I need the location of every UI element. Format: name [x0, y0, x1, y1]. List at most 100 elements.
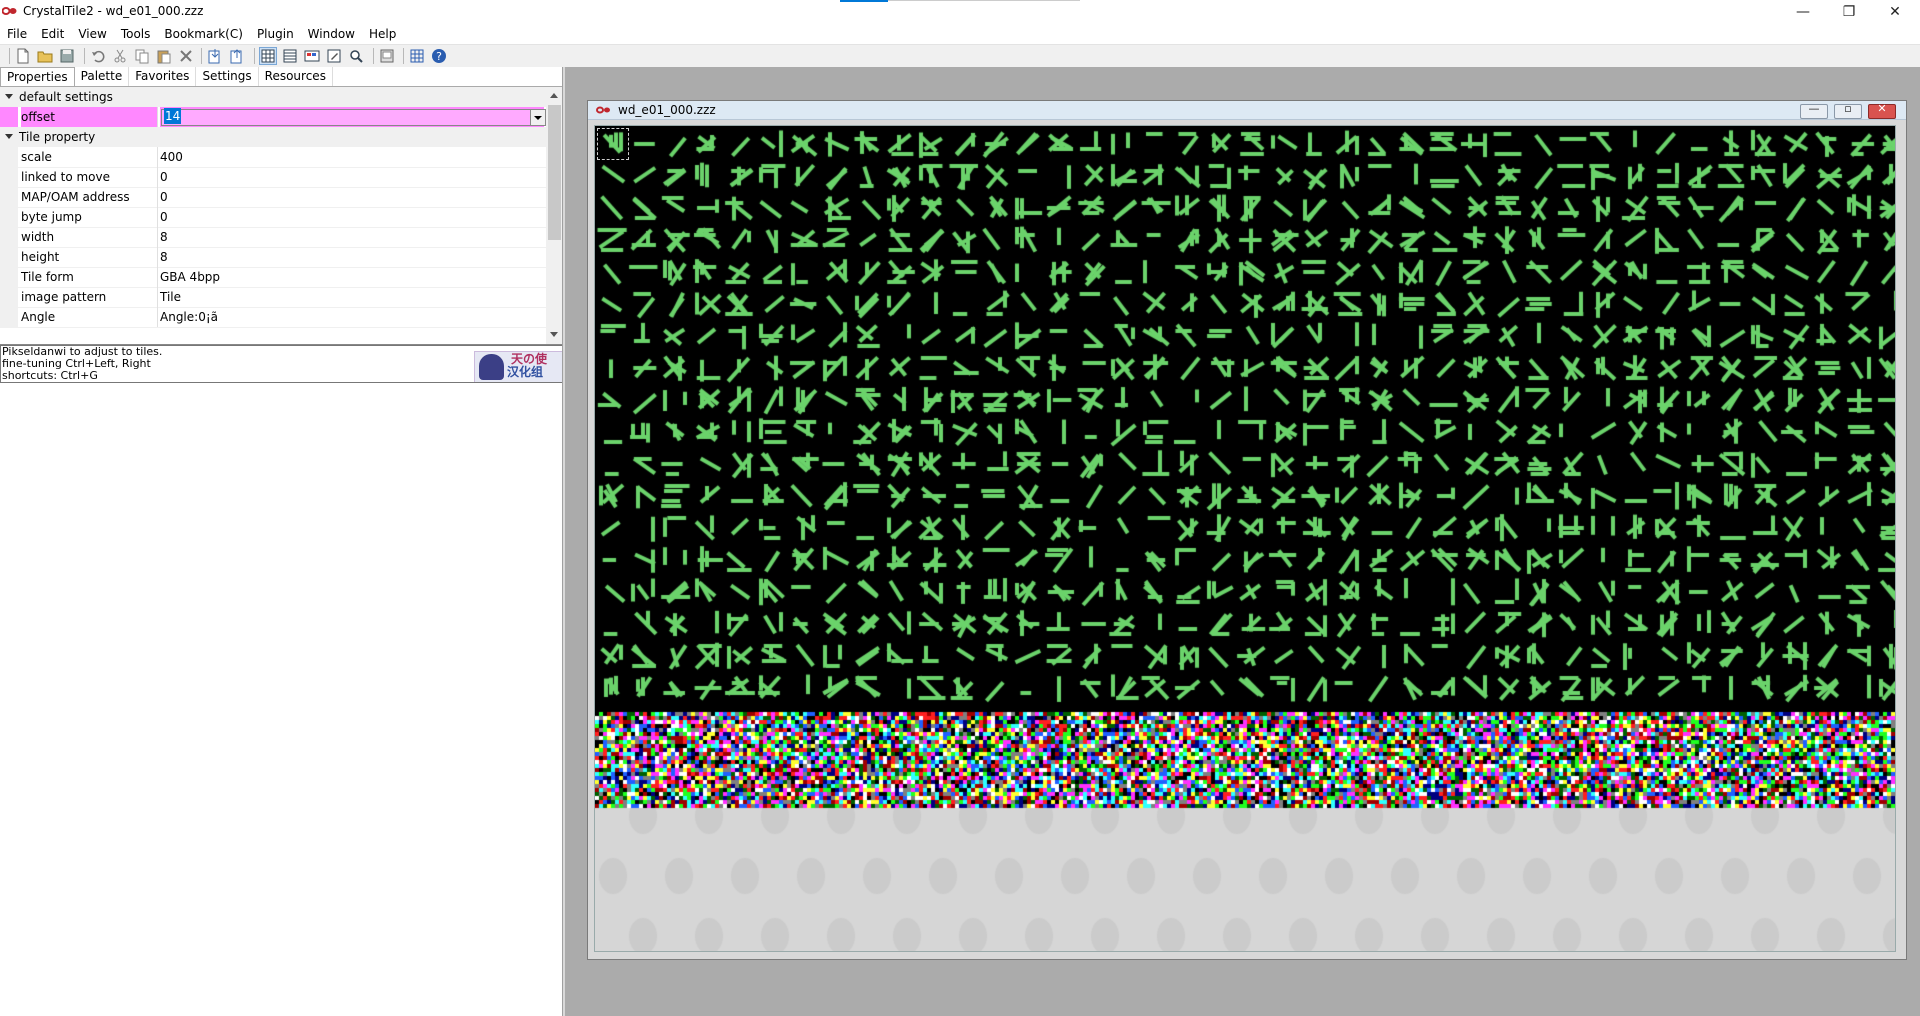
property-name: scale — [21, 147, 158, 167]
property-value[interactable]: 0 — [160, 167, 544, 187]
undo-icon[interactable] — [90, 48, 106, 64]
new-file-icon[interactable] — [15, 48, 31, 64]
window-title: CrystalTile2 - wd_e01_000.zzz — [23, 4, 204, 18]
title-accent — [840, 0, 888, 2]
property-name: offset — [21, 107, 158, 127]
menu-edit[interactable]: Edit — [34, 24, 71, 44]
row-gutter — [0, 147, 18, 167]
property-value[interactable]: Tile — [160, 287, 544, 307]
scroll-up-icon[interactable] — [550, 93, 558, 98]
tab-properties[interactable]: Properties — [0, 67, 75, 86]
menu-window[interactable]: Window — [301, 24, 362, 44]
property-name: Tile form — [21, 267, 158, 287]
help-icon[interactable]: ? — [431, 48, 447, 64]
property-value[interactable]: GBA 4bpp — [160, 267, 544, 287]
property-row-offset[interactable]: offset 14 — [0, 107, 546, 128]
title-accent-line — [888, 0, 1080, 1]
copy-icon[interactable] — [134, 48, 150, 64]
palette-icon[interactable] — [304, 48, 320, 64]
property-value[interactable]: Angle:0¡ã — [160, 307, 544, 327]
row-gutter — [0, 247, 18, 267]
toolbar-separator — [9, 48, 10, 64]
open-folder-icon[interactable] — [37, 48, 53, 64]
menu-view[interactable]: View — [71, 24, 113, 44]
menu-bookmark[interactable]: Bookmark(C) — [157, 24, 250, 44]
property-row-angle[interactable]: Angle Angle:0¡ã — [0, 307, 546, 328]
screenshot-icon[interactable] — [379, 48, 395, 64]
minimize-button[interactable]: — — [1780, 0, 1826, 24]
offset-value[interactable]: 14 — [164, 108, 182, 124]
row-gutter — [0, 287, 18, 307]
property-row-linked-to-move[interactable]: linked to move 0 — [0, 167, 546, 188]
property-row-tile-form[interactable]: Tile form GBA 4bpp — [0, 267, 546, 288]
scroll-thumb[interactable] — [548, 105, 561, 240]
cut-icon[interactable] — [112, 48, 128, 64]
property-row-width[interactable]: width 8 — [0, 227, 546, 248]
app-logo-icon — [2, 7, 17, 15]
toolbar-separator — [373, 48, 374, 64]
property-row-map-oam-address[interactable]: MAP/OAM address 0 — [0, 187, 546, 208]
tile-view-icon[interactable] — [259, 47, 277, 65]
category-label: Tile property — [19, 130, 96, 144]
child-window-title: wd_e01_000.zzz — [618, 103, 716, 117]
property-value[interactable]: 8 — [160, 227, 544, 247]
paste-icon[interactable] — [156, 48, 172, 64]
close-button[interactable]: ✕ — [1872, 0, 1918, 24]
search-icon[interactable] — [348, 48, 364, 64]
property-value[interactable]: 0 — [160, 207, 544, 227]
row-gutter — [0, 187, 18, 207]
row-gutter — [0, 107, 18, 127]
property-name: height — [21, 247, 158, 267]
category-default-settings[interactable]: default settings — [0, 87, 546, 107]
title-bar: CrystalTile2 - wd_e01_000.zzz — ❐ ✕ — [0, 0, 1920, 24]
save-icon[interactable] — [59, 48, 75, 64]
export-icon[interactable] — [229, 48, 245, 64]
tile-view-area[interactable] — [594, 125, 1896, 952]
menu-help[interactable]: Help — [362, 24, 403, 44]
toolbar-separator — [403, 48, 404, 64]
panel-tabs: Properties Palette Favorites Settings Re… — [0, 67, 563, 87]
tab-resources[interactable]: Resources — [259, 67, 333, 86]
child-close-button[interactable]: ✕ — [1868, 102, 1896, 119]
toolbar: ? — [0, 44, 1920, 68]
property-value[interactable]: 400 — [160, 147, 544, 167]
tile-editor-icon[interactable] — [282, 48, 298, 64]
property-name: MAP/OAM address — [21, 187, 158, 207]
left-panel: Properties Palette Favorites Settings Re… — [0, 67, 563, 1016]
property-row-scale[interactable]: scale 400 — [0, 147, 546, 168]
row-gutter — [0, 267, 18, 287]
app-logo-icon — [596, 106, 610, 114]
child-title-bar[interactable]: wd_e01_000.zzz — ▫ ✕ — [588, 101, 1906, 120]
property-value[interactable]: 8 — [160, 247, 544, 267]
edit-icon[interactable] — [326, 48, 342, 64]
menu-plugin[interactable]: Plugin — [250, 24, 301, 44]
property-scrollbar[interactable] — [546, 87, 563, 344]
property-row-height[interactable]: height 8 — [0, 247, 546, 268]
tab-settings[interactable]: Settings — [196, 67, 259, 86]
collapse-arrow-icon[interactable] — [5, 94, 13, 99]
toolbar-separator — [84, 48, 85, 64]
property-name: linked to move — [21, 167, 158, 187]
child-minimize-button[interactable]: — — [1800, 102, 1828, 119]
property-row-image-pattern[interactable]: image pattern Tile — [0, 287, 546, 308]
translation-group-logo: 天の使 汉化组 — [474, 351, 562, 382]
toolbar-separator — [201, 48, 202, 64]
child-maximize-button[interactable]: ▫ — [1834, 102, 1862, 119]
property-value[interactable]: 0 — [160, 187, 544, 207]
offset-input[interactable]: 14 — [161, 108, 531, 126]
import-icon[interactable] — [207, 48, 223, 64]
maximize-button[interactable]: ❐ — [1826, 0, 1872, 24]
row-gutter — [0, 307, 18, 327]
tile-canvas[interactable] — [595, 126, 1895, 951]
tab-favorites[interactable]: Favorites — [129, 67, 197, 86]
menu-tools[interactable]: Tools — [114, 24, 158, 44]
grid-icon[interactable] — [409, 48, 425, 64]
scroll-down-icon[interactable] — [550, 332, 558, 337]
tab-palette[interactable]: Palette — [75, 67, 130, 86]
property-row-byte-jump[interactable]: byte jump 0 — [0, 207, 546, 228]
category-tile-property[interactable]: Tile property — [0, 127, 546, 147]
collapse-arrow-icon[interactable] — [5, 134, 13, 139]
delete-icon[interactable] — [178, 48, 194, 64]
menu-file[interactable]: File — [0, 24, 34, 44]
dropdown-arrow-icon[interactable] — [530, 109, 546, 126]
